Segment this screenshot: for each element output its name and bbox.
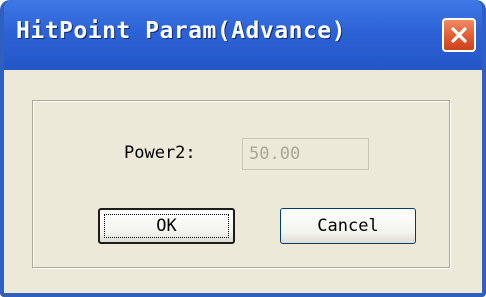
focus-rectangle bbox=[104, 214, 229, 238]
dialog-body: Power2: 50.00 OK Cancel bbox=[4, 70, 482, 293]
close-icon bbox=[451, 27, 467, 43]
title-bar[interactable]: HitPoint Param(Advance) bbox=[4, 0, 482, 70]
power2-input[interactable]: 50.00 bbox=[242, 138, 369, 170]
cancel-button[interactable]: Cancel bbox=[280, 208, 416, 244]
dialog-window: HitPoint Param(Advance) Power2: 50.00 OK… bbox=[0, 0, 486, 297]
cancel-button-label: Cancel bbox=[317, 216, 379, 236]
close-button[interactable] bbox=[442, 18, 476, 52]
ok-button[interactable]: OK bbox=[98, 208, 235, 244]
window-title: HitPoint Param(Advance) bbox=[16, 18, 346, 44]
power2-label: Power2: bbox=[124, 143, 196, 163]
